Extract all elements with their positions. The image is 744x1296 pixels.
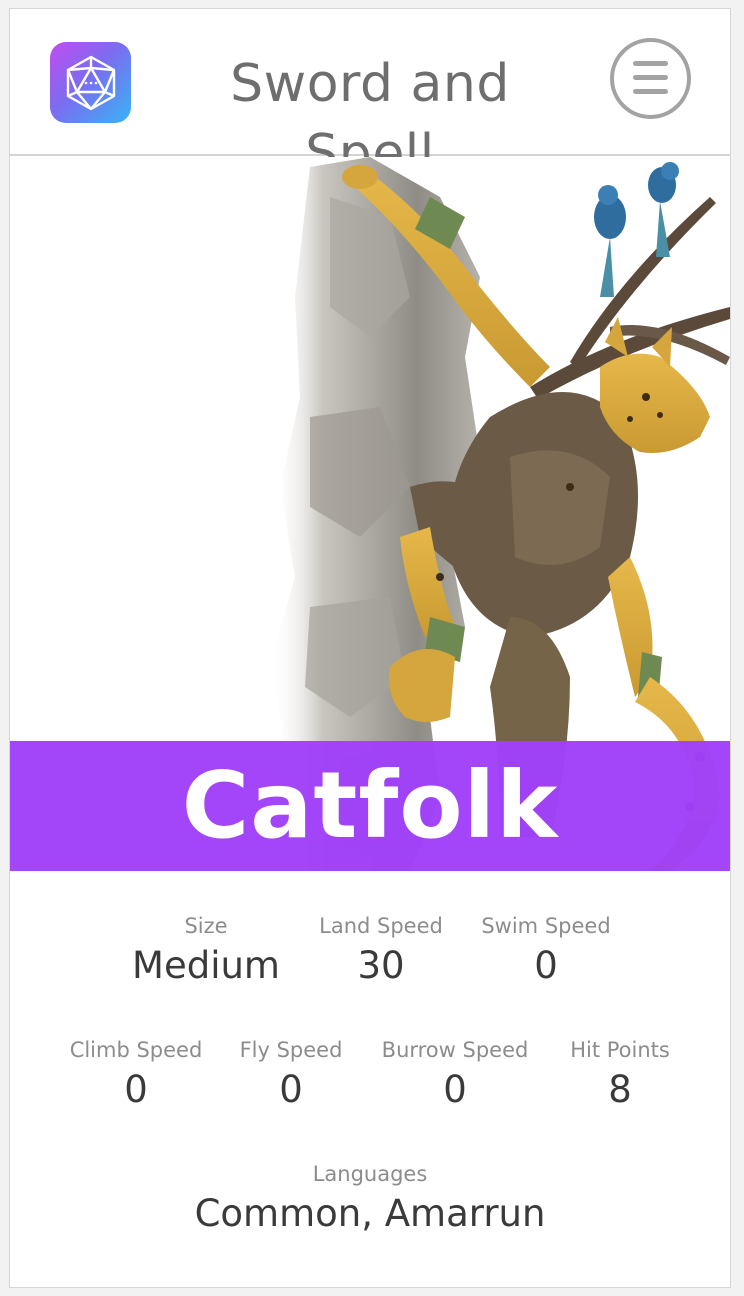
stat-label: Size [184,914,228,938]
stat-burrow-speed: Burrow Speed 0 [370,1035,540,1115]
stat-size: Size Medium [126,911,286,991]
stat-label: Climb Speed [69,1038,203,1062]
race-name: Catfolk [181,752,559,859]
stat-climb-speed: Climb Speed 0 [61,1035,211,1115]
stat-value: 8 [608,1068,632,1111]
stat-label: Hit Points [570,1038,670,1062]
race-card: Sword and Spell Catfolk Size Medium Land… [9,8,731,1288]
d20-icon [66,55,115,110]
stat-value: 0 [124,1068,148,1111]
stat-value: Medium [132,944,280,987]
stat-label: Swim Speed [481,914,611,938]
app-logo[interactable] [50,42,131,123]
race-name-banner: Catfolk [10,741,730,871]
stat-hit-points: Hit Points 8 [550,1035,690,1115]
stat-label: Land Speed [319,914,443,938]
stat-value: 0 [534,944,558,987]
stat-swim-speed: Swim Speed 0 [471,911,621,991]
stat-value: 0 [279,1068,303,1111]
stat-label: Fly Speed [239,1038,343,1062]
stat-fly-speed: Fly Speed 0 [221,1035,361,1115]
menu-button[interactable] [610,38,691,119]
stat-label: Languages [312,1162,428,1186]
stat-label: Burrow Speed [381,1038,529,1062]
stat-languages: Languages Common, Amarrun [120,1159,620,1239]
hero-section: Catfolk [10,157,730,871]
stat-value: 30 [357,944,405,987]
app-header: Sword and Spell [10,9,730,184]
stat-value: 0 [443,1068,467,1111]
stat-land-speed: Land Speed 30 [306,911,456,991]
app-title: Sword and Spell [230,54,510,184]
stat-value: Common, Amarrun [194,1192,546,1235]
